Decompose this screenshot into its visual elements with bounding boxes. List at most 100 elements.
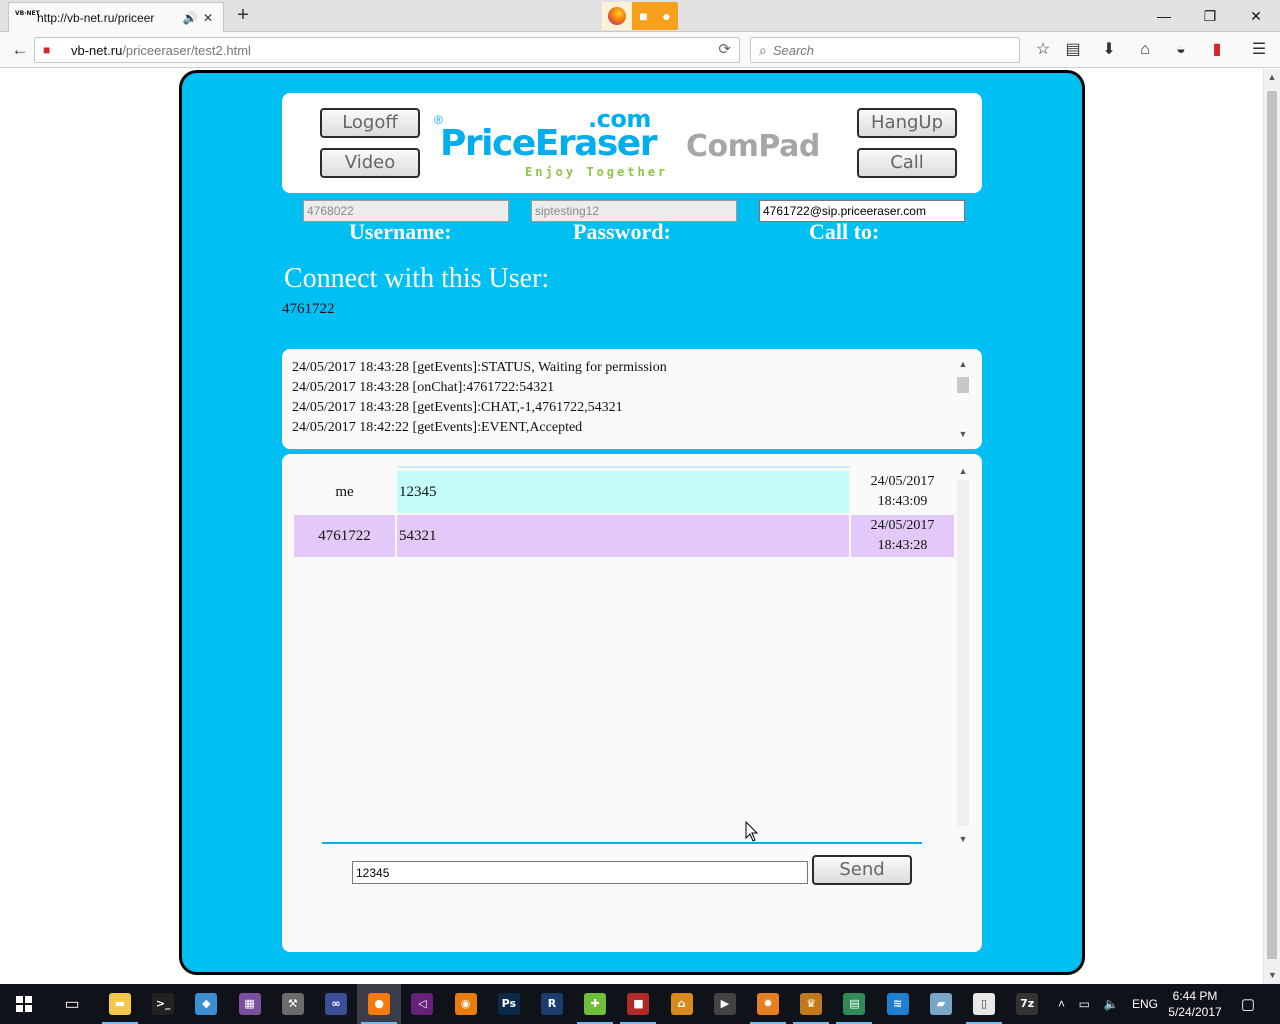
taskbar-app-7zip[interactable]: 7z — [1005, 984, 1049, 1024]
page-scroll-thumb[interactable] — [1267, 91, 1277, 959]
taskbar-app-file-explorer[interactable]: ▬ — [98, 984, 142, 1024]
hangup-button[interactable]: HangUp — [857, 108, 957, 138]
reading-list-icon[interactable]: ▤ — [1060, 38, 1086, 62]
windows-taskbar: ▭ ▬ >_ ◆ ▦ ⚒ ∞ ● ◁ ◉ Ps R ✚ ■ ⌂ ▶ ✹ ♛ ▤ ≋ ▰ ▯ 7z ˄ ▭ 🔈 ENG 6:… — [0, 984, 1280, 1024]
chat-scroll-track[interactable] — [957, 480, 969, 826]
taskbar-app-house[interactable]: ⌂ — [660, 984, 704, 1024]
chart-icon: ▤ — [843, 993, 866, 1015]
network-icon[interactable]: ▭ — [1079, 997, 1090, 1011]
minimize-button[interactable]: — — [1141, 4, 1187, 28]
addon-icon[interactable]: ▮ — [1204, 38, 1230, 62]
start-button[interactable] — [0, 984, 48, 1024]
chat-sender: me — [335, 483, 354, 500]
pad-icon: ▰ — [929, 993, 952, 1015]
message-input[interactable]: 12345 — [352, 861, 808, 884]
scroll-up-arrow-icon[interactable]: ▲ — [956, 466, 970, 476]
username-label: Username: — [349, 219, 452, 244]
swift-icon: ≋ — [886, 993, 909, 1015]
scroll-down-arrow-icon[interactable]: ▼ — [1264, 967, 1280, 984]
call-button[interactable]: Call — [857, 148, 957, 178]
taskbar-app-command-prompt[interactable]: >_ — [141, 984, 185, 1024]
taskbar-app-save-disk[interactable]: ■ — [616, 984, 660, 1024]
taskbar-app-winrar[interactable]: ▦ — [228, 984, 272, 1024]
taskbar-app-control-panel[interactable]: ◆ — [184, 984, 228, 1024]
tab-close-icon[interactable]: ✕ — [199, 11, 217, 25]
camera-permission-icon[interactable]: ■ — [43, 43, 61, 57]
taskbar-app-firefox[interactable]: ● — [357, 984, 402, 1024]
taskbar-app-swift[interactable]: ≋ — [876, 984, 920, 1024]
url-path: /priceeraser/test2.html — [122, 42, 251, 58]
taskbar-app-infinity[interactable]: ∞ — [314, 984, 358, 1024]
home-icon[interactable]: ⌂ — [1132, 38, 1158, 62]
taskbar-app-puzzle[interactable]: ✚ — [573, 984, 617, 1024]
connect-title: Connect with this User: — [284, 263, 550, 294]
chat-panel: me 12345 24/05/2017 18:43:09 4761722 5432… — [282, 454, 982, 952]
logoff-button[interactable]: Logoff — [320, 108, 420, 138]
taskbar-app-crown[interactable]: ♛ — [789, 984, 833, 1024]
clock-date: 5/24/2017 — [1168, 1005, 1222, 1019]
taskbar-app-document[interactable]: ▯ — [962, 984, 1006, 1024]
action-center-icon[interactable]: ▢ — [1236, 984, 1260, 1024]
scroll-up-arrow-icon[interactable]: ▲ — [1264, 69, 1280, 86]
visual-studio-icon: ◁ — [411, 993, 434, 1015]
scroll-down-arrow-icon[interactable]: ▼ — [956, 429, 970, 439]
system-tray: ˄ ▭ 🔈 ENG — [1058, 984, 1158, 1024]
search-bar[interactable]: ⌕ Search — [750, 37, 1020, 63]
reload-icon[interactable]: ⟳ — [718, 40, 731, 58]
r-icon: R — [541, 993, 563, 1015]
tools-icon: ⚒ — [281, 993, 304, 1015]
media-sharing-indicator[interactable]: ■ ● — [602, 2, 678, 30]
task-view-button[interactable]: ▭ — [50, 984, 94, 1024]
browser-tab[interactable]: VB·NET http://vb-net.ru/priceer 🔊 ✕ — [8, 2, 224, 32]
volume-icon[interactable]: 🔈 — [1103, 997, 1118, 1011]
chat-sender: 4761722 — [294, 515, 395, 557]
taskbar-app-photoshop[interactable]: Ps — [487, 984, 531, 1024]
search-icon: ⌕ — [759, 41, 767, 58]
taskbar-app-r[interactable]: R — [530, 984, 574, 1024]
chat-date: 24/05/2017 — [870, 474, 935, 489]
puzzle-icon: ✚ — [584, 993, 607, 1015]
tray-expand-icon[interactable]: ˄ — [1058, 997, 1065, 1011]
taskbar-app-blender[interactable]: ◉ — [444, 984, 488, 1024]
chat-time: 18:43:28 — [877, 538, 928, 553]
control-panel-icon: ◆ — [195, 993, 218, 1015]
page-viewport: Logoff Video ® .com PriceEraser Enjoy To… — [0, 69, 1263, 984]
bookmark-star-icon[interactable]: ☆ — [1030, 38, 1056, 62]
chat-row: me 12345 24/05/2017 18:43:09 — [294, 471, 954, 513]
new-tab-button[interactable]: + — [232, 4, 254, 28]
chat-timestamp: 24/05/2017 18:43:09 — [851, 471, 954, 513]
search-input[interactable]: Search — [773, 43, 814, 58]
taskbar-app-chart[interactable]: ▤ — [832, 984, 876, 1024]
back-arrow-icon[interactable]: ← — [8, 38, 32, 62]
taskbar-app-visual-studio[interactable]: ◁ — [400, 984, 444, 1024]
scroll-down-arrow-icon[interactable]: ▼ — [956, 834, 970, 844]
menu-hamburger-icon[interactable]: ☰ — [1246, 38, 1272, 62]
pocket-icon[interactable]: ◒ — [1168, 38, 1194, 62]
navigation-bar: ← ■ vb-net.ru/priceeraser/test2.html ⟳ ⌕… — [0, 32, 1280, 68]
page-scrollbar[interactable]: ▲ ▼ — [1263, 69, 1280, 984]
scroll-up-arrow-icon[interactable]: ▲ — [956, 359, 970, 369]
download-icon[interactable]: ⬇ — [1096, 38, 1122, 62]
taskbar-app-pad[interactable]: ▰ — [919, 984, 963, 1024]
taskbar-app-sun[interactable]: ✹ — [746, 984, 790, 1024]
chat-scrollbar[interactable]: ▲ ▼ — [956, 466, 970, 844]
event-log[interactable]: 24/05/2017 18:43:28 [getEvents]:STATUS, … — [282, 349, 982, 449]
send-button[interactable]: Send — [812, 855, 912, 885]
callto-label: Call to: — [809, 219, 880, 244]
log-scrollbar[interactable]: ▲ ▼ — [956, 359, 970, 439]
taskbar-app-clapper[interactable]: ▶ — [703, 984, 747, 1024]
microphone-sharing-icon: ● — [662, 8, 671, 24]
tab-audio-icon[interactable]: 🔊 — [181, 11, 199, 25]
language-indicator[interactable]: ENG — [1132, 997, 1158, 1011]
close-window-button[interactable]: ✕ — [1233, 4, 1279, 28]
video-button[interactable]: Video — [320, 148, 420, 178]
system-clock[interactable]: 6:44 PM 5/24/2017 — [1160, 988, 1230, 1020]
url-bar[interactable]: ■ vb-net.ru/priceeraser/test2.html ⟳ — [34, 37, 740, 63]
log-line: 24/05/2017 18:43:28 [getEvents]:STATUS, … — [292, 360, 667, 375]
log-scroll-thumb[interactable] — [957, 377, 969, 393]
firefox-icon: ● — [368, 993, 391, 1015]
restore-button[interactable]: ❐ — [1187, 4, 1233, 28]
chat-header-line — [398, 466, 850, 468]
taskbar-app-tools[interactable]: ⚒ — [271, 984, 315, 1024]
password-label: Password: — [573, 219, 671, 244]
